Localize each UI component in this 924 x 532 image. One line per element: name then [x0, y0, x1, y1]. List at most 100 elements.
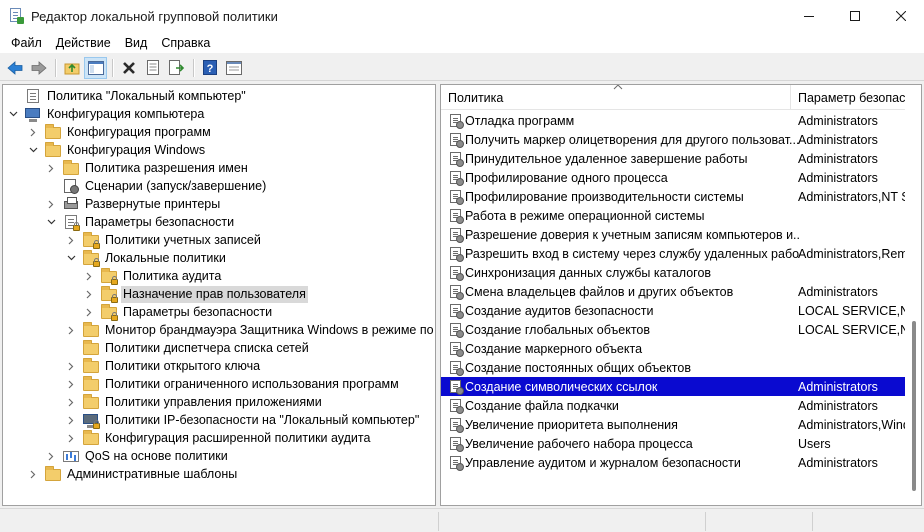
policy-row[interactable]: Создание символических ссылок Administrat… — [441, 377, 906, 396]
chevron-right-icon[interactable] — [65, 375, 77, 393]
tree-item[interactable]: Политика "Локальный компьютер" — [7, 87, 248, 105]
policy-row[interactable]: Принудительное удаленное завершение рабо… — [441, 149, 906, 168]
tree-item[interactable]: Политика аудита — [83, 267, 223, 285]
policy-row[interactable]: Создание глобальных объектов LOCAL SERVIC… — [441, 320, 906, 339]
policy-name: Увеличение приоритета выполнения — [465, 417, 678, 432]
chevron-right-icon[interactable] — [83, 267, 95, 285]
tree-item-label: Политики открытого ключа — [105, 358, 261, 373]
menu-help[interactable]: Справка — [154, 32, 217, 54]
tree-item[interactable]: Развернутые принтеры — [45, 195, 222, 213]
policy-row[interactable]: Отладка программ Administrators — [441, 111, 906, 130]
scrollbar-thumb[interactable] — [912, 321, 916, 491]
policy-row[interactable]: Работа в режиме операционной системы — [441, 206, 906, 225]
tree-item-label: QoS на основе политики — [85, 448, 228, 463]
tree-item[interactable]: Конфигурация программ — [27, 123, 213, 141]
policy-row[interactable]: Профилирование производительности систем… — [441, 187, 906, 206]
chevron-right-icon[interactable] — [27, 123, 39, 141]
tree-item[interactable]: Назначение прав пользователя — [83, 285, 308, 303]
chevron-right-icon[interactable] — [65, 321, 77, 339]
back-arrow-icon — [6, 60, 22, 75]
policy-setting-value: Administrators — [798, 113, 878, 128]
tree-item[interactable]: Параметры безопасности — [45, 213, 236, 231]
tree-item[interactable]: Параметры безопасности — [83, 303, 274, 321]
chevron-right-icon[interactable] — [45, 159, 57, 177]
policy-setting-icon — [449, 379, 464, 395]
column-header-policy[interactable]: Политика — [441, 85, 791, 110]
policy-row[interactable]: Синхронизация данных службы каталогов — [441, 263, 906, 282]
chevron-down-icon[interactable] — [45, 213, 57, 231]
chevron-down-icon[interactable] — [27, 141, 39, 159]
policy-row[interactable]: Создание аудитов безопасности LOCAL SERVI… — [441, 301, 906, 320]
tree-item[interactable]: Политики управления приложениями — [65, 393, 324, 411]
tree-item[interactable]: Политики диспетчера списка сетей — [65, 339, 311, 357]
menu-action[interactable]: Действие — [49, 32, 118, 54]
chevron-down-icon[interactable] — [65, 249, 77, 267]
up-level-button[interactable] — [60, 57, 83, 79]
minimize-button[interactable] — [786, 0, 832, 32]
policy-row[interactable]: Разрешить вход в систему через службу уд… — [441, 244, 906, 263]
tree-item[interactable]: Локальные политики — [65, 249, 228, 267]
delete-button[interactable] — [117, 57, 140, 79]
tree-item[interactable]: Политика разрешения имен — [45, 159, 250, 177]
chevron-right-icon[interactable] — [65, 429, 77, 447]
tree-item[interactable]: Конфигурация Windows — [27, 141, 207, 159]
locked-folder-icon — [101, 286, 118, 303]
tree-item[interactable]: Политики ограниченного использования про… — [65, 375, 401, 393]
policy-row[interactable]: Увеличение приоритета выполнения Administ… — [441, 415, 906, 434]
policy-setting-icon — [449, 341, 464, 357]
column-header-setting[interactable]: Параметр безопасности — [791, 85, 921, 110]
tree-item-label: Политика разрешения имен — [85, 160, 248, 175]
menu-view[interactable]: Вид — [118, 32, 155, 54]
chevron-right-icon[interactable] — [65, 411, 77, 429]
tree-item-label: Политика аудита — [123, 268, 222, 283]
chevron-right-icon[interactable] — [27, 465, 39, 483]
show-hide-tree-button[interactable] — [84, 56, 107, 79]
close-button[interactable] — [878, 0, 924, 32]
locked-folder-icon — [83, 250, 100, 267]
policy-row[interactable]: Создание маркерного объекта — [441, 339, 906, 358]
maximize-button[interactable] — [832, 0, 878, 32]
policy-setting-icon — [449, 303, 464, 319]
tree-item[interactable]: Административные шаблоны — [27, 465, 239, 483]
policy-row[interactable]: Разрешение доверия к учетным записям ком… — [441, 225, 906, 244]
delete-icon — [122, 61, 135, 74]
menu-file[interactable]: Файл — [4, 32, 49, 54]
policy-row[interactable]: Получить маркер олицетворения для другог… — [441, 130, 906, 149]
chevron-right-icon[interactable] — [65, 357, 77, 375]
properties-button[interactable] — [141, 57, 164, 79]
console-tree[interactable]: Политика "Локальный компьютер" Конфигурац… — [2, 84, 436, 506]
console-view-button[interactable] — [222, 57, 245, 79]
chevron-right-icon[interactable] — [83, 303, 95, 321]
policy-row[interactable]: Создание файла подкачки Administrators — [441, 396, 906, 415]
tree-item[interactable]: Монитор брандмауэра Защитника Windows в … — [65, 321, 435, 339]
tree-item[interactable]: QoS на основе политики — [45, 447, 230, 465]
policy-row[interactable]: Создание постоянных общих объектов — [441, 358, 906, 377]
tree-item-label: Конфигурация компьютера — [47, 106, 205, 121]
toolbar-separator — [193, 58, 194, 77]
chevron-right-icon[interactable] — [65, 393, 77, 411]
expander-placeholder — [45, 177, 57, 195]
tree-item[interactable]: Политики учетных записей — [65, 231, 263, 249]
tree-item[interactable]: Политики IP-безопасности на "Локальный к… — [65, 411, 421, 429]
vertical-scrollbar[interactable] — [905, 85, 921, 505]
folder-icon — [45, 124, 61, 140]
tree-item[interactable]: Конфигурация компьютера — [7, 105, 206, 123]
policy-name: Создание символических ссылок — [465, 379, 658, 394]
policy-row[interactable]: Профилирование одного процесса Administra… — [441, 168, 906, 187]
policy-row[interactable]: Управление аудитом и журналом безопаснос… — [441, 453, 906, 472]
tree-item[interactable]: Конфигурация расширенной политики аудита — [65, 429, 372, 447]
back-button[interactable] — [3, 57, 26, 79]
policy-row[interactable]: Смена владельцев файлов и других объекто… — [441, 282, 906, 301]
tree-item-label: Политики учетных записей — [105, 232, 261, 247]
tree-item[interactable]: Политики открытого ключа — [65, 357, 262, 375]
chevron-right-icon[interactable] — [45, 195, 57, 213]
chevron-right-icon[interactable] — [65, 231, 77, 249]
policy-row[interactable]: Увеличение рабочего набора процесса Users — [441, 434, 906, 453]
forward-button[interactable] — [27, 57, 50, 79]
help-button[interactable]: ? — [198, 57, 221, 79]
chevron-right-icon[interactable] — [83, 285, 95, 303]
tree-item[interactable]: Сценарии (запуск/завершение) — [45, 177, 268, 195]
chevron-down-icon[interactable] — [7, 105, 19, 123]
export-list-button[interactable] — [165, 57, 188, 79]
chevron-right-icon[interactable] — [45, 447, 57, 465]
